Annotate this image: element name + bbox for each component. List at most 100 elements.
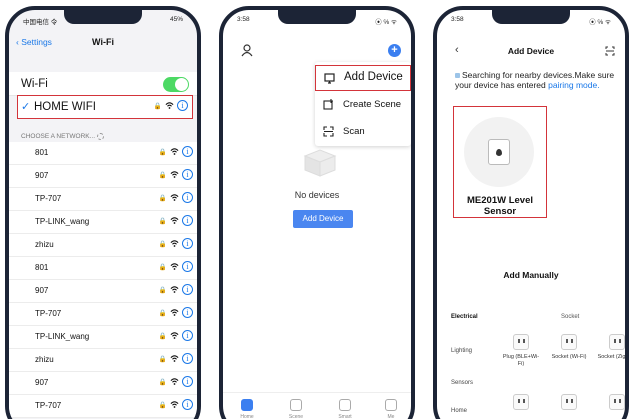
- lock-icon: 🔒: [158, 194, 167, 202]
- product-item[interactable]: [549, 394, 589, 410]
- network-row[interactable]: TP-LINK_wang 🔒 i: [9, 326, 197, 349]
- network-name: TP-707: [35, 401, 62, 410]
- lock-icon: 🔒: [158, 240, 167, 248]
- wifi-signal-icon: [165, 102, 174, 109]
- network-row[interactable]: 907 🔒 i: [9, 165, 197, 188]
- info-icon[interactable]: i: [182, 261, 193, 272]
- lock-icon: 🔒: [153, 102, 162, 110]
- lock-icon: 🔒: [158, 171, 167, 179]
- product-label: Socket (Wi-Fi): [551, 354, 587, 360]
- tab-icon: [339, 399, 351, 411]
- product-item[interactable]: Socket (Wi-Fi): [549, 334, 589, 361]
- info-icon[interactable]: i: [182, 330, 193, 341]
- network-row[interactable]: 801 🔒 i: [9, 257, 197, 280]
- network-row[interactable]: 907 🔒 i: [9, 372, 197, 395]
- wifi-signal-icon: [170, 378, 179, 385]
- wifi-toggle[interactable]: [163, 77, 189, 92]
- info-icon[interactable]: i: [182, 169, 193, 180]
- tab-label: Home: [240, 414, 254, 419]
- info-icon[interactable]: i: [182, 284, 193, 295]
- lock-icon: 🔒: [158, 217, 167, 225]
- info-icon[interactable]: i: [182, 307, 193, 318]
- water-drop-icon: [496, 149, 502, 156]
- info-icon[interactable]: i: [182, 376, 193, 387]
- tab-item[interactable]: Smart: [338, 399, 352, 419]
- user-icon[interactable]: [241, 44, 253, 57]
- product-item[interactable]: [597, 394, 625, 410]
- network-row[interactable]: zhizu 🔒 i: [9, 349, 197, 372]
- network-name: 801: [35, 148, 49, 157]
- category-item[interactable]: Lighting: [451, 348, 472, 354]
- empty-box-icon: [303, 149, 337, 177]
- searching-message: Searching for nearby devices.Make sure y…: [455, 70, 625, 90]
- network-row[interactable]: 801 🔒 i: [9, 142, 197, 165]
- info-icon[interactable]: i: [182, 238, 193, 249]
- menu-item-create-scene[interactable]: Create Scene: [315, 92, 411, 118]
- category-item[interactable]: Sensors: [451, 380, 473, 386]
- product-item[interactable]: Plug (BLE+Wi-Fi): [501, 334, 541, 368]
- info-icon[interactable]: i: [182, 353, 193, 364]
- loading-spinner-icon: [97, 133, 105, 140]
- wifi-signal-icon: [170, 240, 179, 247]
- status-icons: ⦿ ℅ ᯤ: [375, 19, 397, 26]
- network-row[interactable]: zhizu 🔒 i: [9, 234, 197, 257]
- product-item[interactable]: [501, 394, 541, 410]
- menu-label-create-scene: Create Scene: [343, 99, 402, 110]
- info-icon[interactable]: i: [182, 192, 193, 203]
- add-menu-popup: Add Device Create Scene Scan: [315, 62, 411, 146]
- info-icon[interactable]: i: [177, 100, 188, 111]
- category-item[interactable]: Electrical: [451, 314, 478, 320]
- socket-icon: [513, 334, 529, 350]
- tab-icon: [241, 399, 253, 411]
- tab-icon: [290, 399, 302, 411]
- network-row[interactable]: TP-707 🔒 i: [9, 188, 197, 211]
- page-title: Wi-Fi: [92, 37, 114, 47]
- menu-item-scan[interactable]: Scan: [315, 119, 411, 145]
- menu-label-scan: Scan: [343, 126, 365, 137]
- lock-icon: 🔒: [158, 148, 167, 156]
- socket-icon: [513, 394, 529, 410]
- pairing-mode-link[interactable]: pairing mode.: [548, 80, 600, 90]
- network-name: 907: [35, 378, 49, 387]
- page-title: Add Device: [507, 46, 555, 56]
- network-row[interactable]: TP-LINK_wang 🔒 i: [9, 211, 197, 234]
- menu-item-add-device[interactable]: Add Device: [315, 65, 411, 91]
- wifi-signal-icon: [170, 401, 179, 408]
- add-device-button[interactable]: Add Device: [293, 210, 353, 228]
- connected-network-row[interactable]: ✓ HOME WIFI 🔒 i: [17, 95, 193, 119]
- choose-network-header: CHOOSE A NETWORK...: [21, 133, 105, 141]
- scan-icon[interactable]: [605, 46, 615, 56]
- nav-bar: ‹ Add Device: [437, 44, 625, 58]
- tab-item[interactable]: Scene: [289, 399, 303, 419]
- tab-item[interactable]: Home: [240, 399, 254, 419]
- wifi-signal-icon: [170, 217, 179, 224]
- network-row[interactable]: TP-707 🔒 i: [9, 303, 197, 326]
- info-icon[interactable]: i: [182, 215, 193, 226]
- network-row[interactable]: TP-707 🔒 i: [9, 395, 197, 418]
- tab-item[interactable]: Me: [385, 399, 397, 419]
- found-device-card[interactable]: ME201W Level Sensor: [453, 106, 547, 218]
- checkmark-icon: ✓: [21, 101, 31, 113]
- lock-icon: 🔒: [158, 355, 167, 363]
- status-battery: 45%: [169, 16, 183, 23]
- tab-label: Me: [387, 414, 395, 419]
- wifi-signal-icon: [170, 355, 179, 362]
- status-carrier: 中国电信 令: [23, 19, 58, 26]
- info-icon[interactable]: i: [182, 146, 193, 157]
- nav-bar: ‹ Settings Wi-Fi: [9, 34, 197, 52]
- status-icons: ⦿ ℅ ᯤ: [589, 19, 611, 26]
- phone-notch: [492, 10, 570, 24]
- status-time: 3:58: [451, 16, 464, 23]
- network-row[interactable]: 907 🔒 i: [9, 280, 197, 303]
- product-item[interactable]: Socket (Zigbee): [597, 334, 625, 361]
- choose-network-label: CHOOSE A NETWORK...: [21, 133, 96, 141]
- lock-icon: 🔒: [158, 332, 167, 340]
- add-plus-button[interactable]: +: [388, 44, 401, 57]
- info-icon[interactable]: i: [182, 399, 193, 410]
- category-item[interactable]: Home: [451, 408, 467, 414]
- phone-wifi-settings: 中国电信 令 45% ‹ Settings Wi-Fi Wi-Fi ✓ HOME…: [5, 6, 201, 419]
- network-name: zhizu: [35, 240, 54, 249]
- tab-icon: [385, 399, 397, 411]
- wifi-signal-icon: [170, 286, 179, 293]
- toggle-knob: [175, 78, 188, 91]
